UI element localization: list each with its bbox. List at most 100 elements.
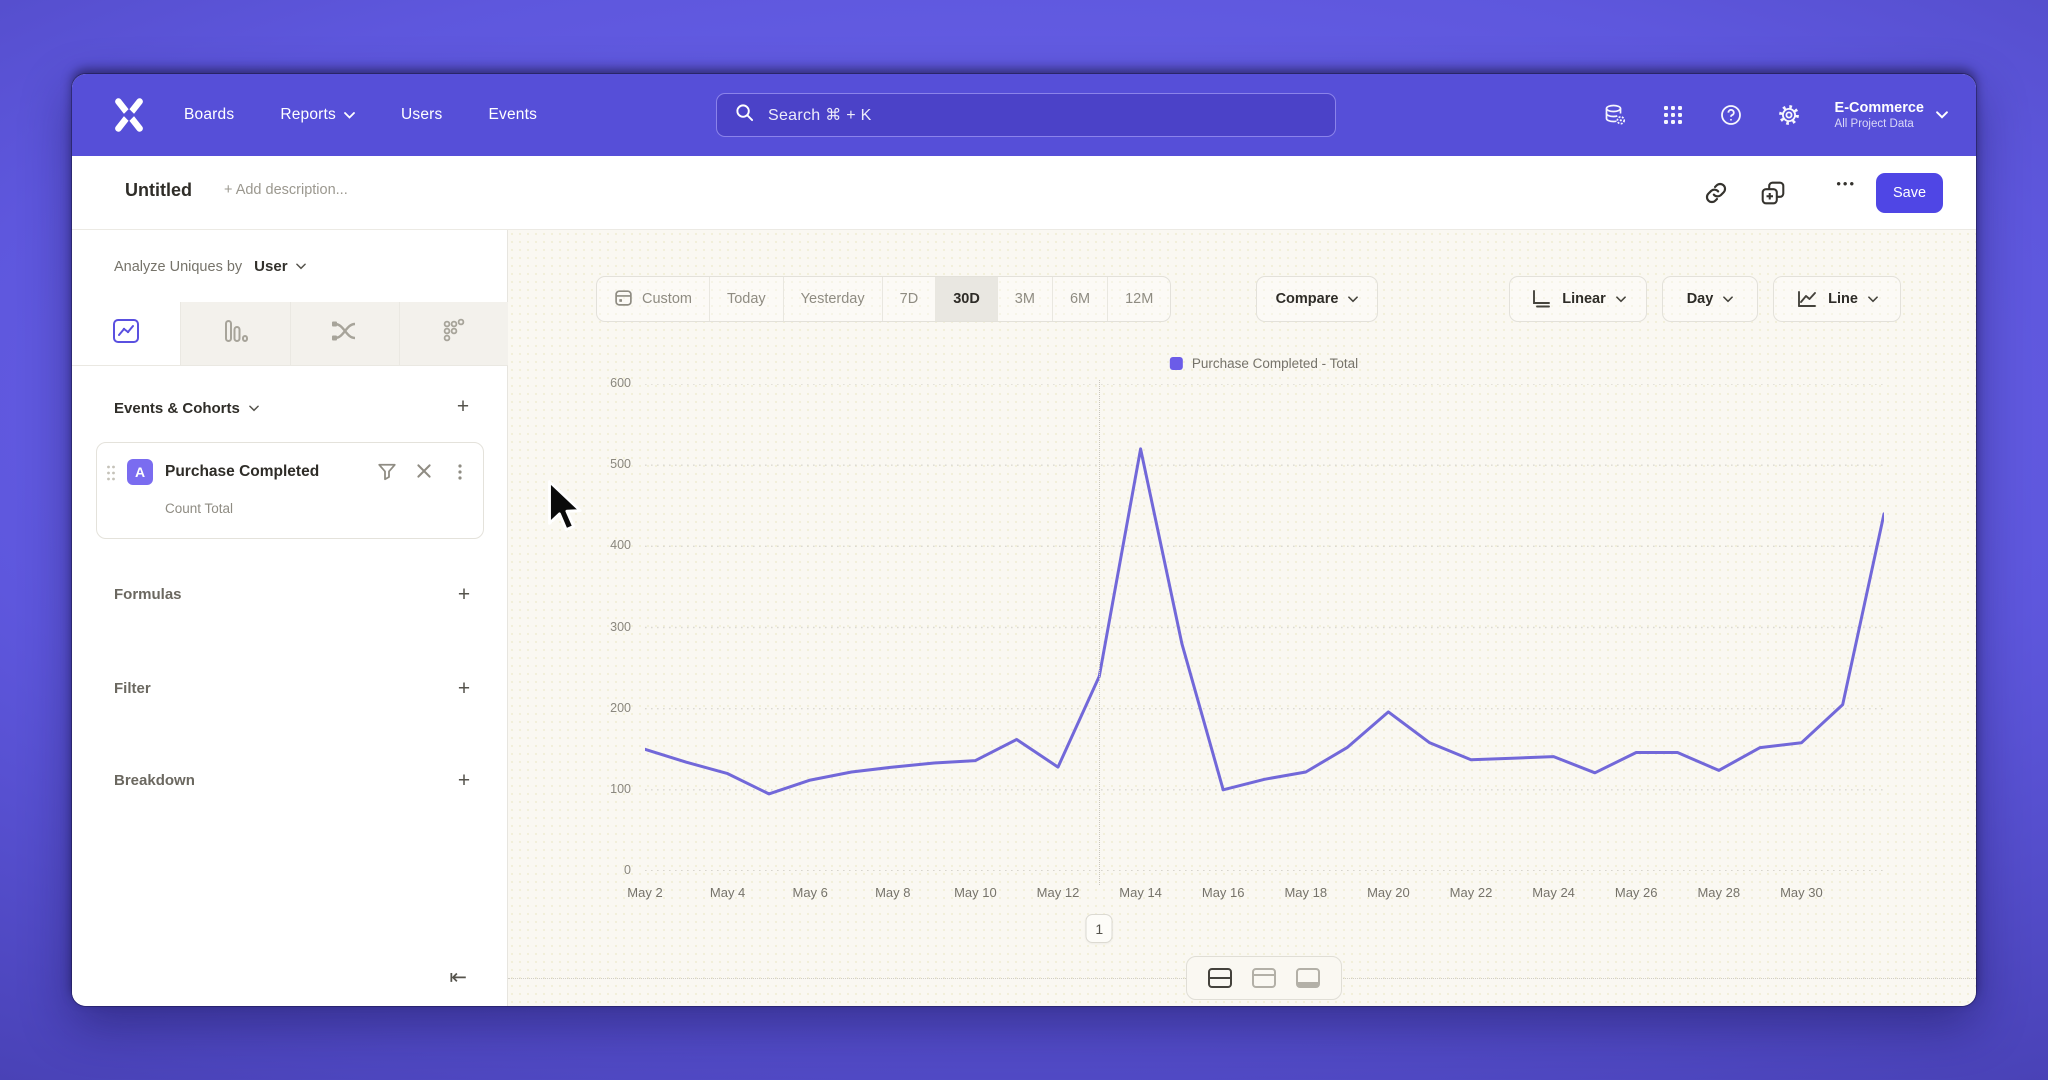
collapse-sidebar-icon[interactable]: ⇤	[449, 965, 467, 990]
layout-chart-top-button[interactable]	[1247, 962, 1281, 994]
dots-grid-tab-icon	[440, 317, 468, 350]
nav-right-cluster: E-Commerce All Project Data	[1603, 100, 1948, 130]
chart-panel: Custom Today Yesterday 7D 30D 3M 6M 12M …	[508, 230, 1976, 1006]
apps-grid-icon[interactable]	[1661, 103, 1685, 127]
project-subtitle: All Project Data	[1835, 118, 1924, 130]
range-3m[interactable]: 3M	[997, 277, 1052, 321]
data-management-icon[interactable]	[1603, 103, 1627, 127]
nav-link-label: Users	[401, 106, 442, 124]
date-range-selector: Custom Today Yesterday 7D 30D 3M 6M 12M	[596, 276, 1171, 322]
add-formula-button[interactable]: +	[452, 583, 476, 607]
y-axis-tick: 400	[583, 538, 631, 552]
formulas-section: Formulas +	[72, 578, 508, 618]
project-name: E-Commerce	[1835, 100, 1924, 116]
chevron-down-icon	[296, 263, 306, 270]
scale-dropdown[interactable]: Linear	[1509, 276, 1647, 322]
interval-dropdown[interactable]: Day	[1662, 276, 1758, 322]
event-card-purchase-completed[interactable]: A Purchase Completed	[96, 442, 484, 539]
y-axis-tick: 600	[583, 376, 631, 390]
settings-gear-icon[interactable]	[1777, 103, 1801, 127]
event-name[interactable]: Purchase Completed	[165, 463, 319, 481]
add-description-field[interactable]: + Add description...	[224, 182, 348, 198]
chart-type-label: Line	[1828, 291, 1858, 307]
y-axis-tick: 0	[583, 863, 631, 877]
help-icon[interactable]	[1719, 103, 1743, 127]
event-series-badge: A	[127, 459, 153, 485]
chart-legend[interactable]: Purchase Completed - Total	[1170, 356, 1358, 371]
x-axis-tick: May 22	[1450, 885, 1493, 900]
breakdown-label: Breakdown	[114, 772, 195, 789]
chevron-down-icon	[1723, 296, 1733, 303]
y-axis-tick: 100	[583, 782, 631, 796]
remove-event-icon[interactable]	[415, 462, 435, 482]
search-input[interactable]: Search ⌘ + K	[716, 93, 1336, 137]
range-custom[interactable]: Custom	[597, 277, 709, 321]
x-axis-tick: May 16	[1202, 885, 1245, 900]
top-nav: Boards Reports Users Events Search ⌘ + K	[72, 74, 1976, 156]
y-axis-tick: 200	[583, 701, 631, 715]
interval-label: Day	[1687, 291, 1714, 307]
range-label: 12M	[1125, 291, 1153, 307]
desktop-background: Boards Reports Users Events Search ⌘ + K	[0, 0, 2048, 1080]
query-builder-sidebar: Analyze Uniques by User	[72, 230, 508, 1006]
range-7d[interactable]: 7D	[882, 277, 936, 321]
filter-funnel-icon[interactable]	[377, 462, 397, 482]
analyze-uniques-selector[interactable]: Analyze Uniques by User	[114, 258, 306, 275]
events-cohorts-header[interactable]: Events & Cohorts	[114, 400, 259, 417]
nav-link-reports[interactable]: Reports	[280, 106, 355, 124]
bar-chart-tab-icon	[221, 317, 249, 350]
more-options-button[interactable]: •••	[1836, 176, 1856, 191]
chart-type-dropdown[interactable]: Line	[1773, 276, 1901, 322]
tab-retention-dots[interactable]	[400, 302, 508, 365]
nav-link-events[interactable]: Events	[488, 106, 537, 124]
chevron-down-icon	[344, 112, 355, 119]
annotation-marker[interactable]: 1	[1086, 914, 1113, 943]
filter-section: Filter +	[72, 672, 508, 712]
x-axis-tick: May 10	[954, 885, 997, 900]
project-switcher[interactable]: E-Commerce All Project Data	[1835, 100, 1948, 130]
event-measurement[interactable]: Count Total	[165, 501, 233, 516]
breakdown-section: Breakdown +	[72, 764, 508, 804]
line-chart[interactable]	[645, 384, 1884, 871]
x-axis-tick: May 14	[1119, 885, 1162, 900]
project-labels: E-Commerce All Project Data	[1835, 100, 1924, 130]
add-breakdown-button[interactable]: +	[452, 769, 476, 793]
copy-link-icon[interactable]	[1703, 180, 1729, 206]
layout-split-button[interactable]	[1203, 962, 1237, 994]
range-label: 30D	[953, 291, 980, 307]
nav-link-users[interactable]: Users	[401, 106, 442, 124]
range-12m[interactable]: 12M	[1107, 277, 1170, 321]
range-label: 6M	[1070, 291, 1090, 307]
legend-series-label: Purchase Completed - Total	[1192, 356, 1358, 371]
add-filter-button[interactable]: +	[452, 677, 476, 701]
layout-table-bottom-button[interactable]	[1291, 962, 1325, 994]
report-title[interactable]: Untitled	[125, 180, 192, 201]
range-yesterday[interactable]: Yesterday	[783, 277, 882, 321]
search-placeholder: Search ⌘ + K	[768, 105, 872, 125]
range-30d-selected[interactable]: 30D	[935, 277, 997, 321]
layout-toggle-group	[1186, 956, 1342, 1000]
range-6m[interactable]: 6M	[1052, 277, 1107, 321]
scale-label: Linear	[1562, 291, 1606, 307]
calendar-icon	[614, 288, 633, 311]
add-event-button[interactable]: +	[451, 395, 475, 419]
compare-dropdown[interactable]: Compare	[1256, 276, 1378, 322]
nav-link-label: Boards	[184, 106, 234, 124]
mixpanel-logo-icon[interactable]	[112, 98, 146, 132]
duplicate-icon[interactable]	[1760, 180, 1786, 206]
x-axis-tick: May 12	[1037, 885, 1080, 900]
tab-insights-line[interactable]	[72, 302, 181, 365]
tab-bar-chart[interactable]	[181, 302, 290, 365]
tab-flow-sankey[interactable]	[291, 302, 400, 365]
axis-scale-icon	[1530, 288, 1552, 310]
chevron-down-icon	[249, 405, 259, 412]
filter-label: Filter	[114, 680, 151, 697]
x-axis-tick: May 26	[1615, 885, 1658, 900]
kebab-menu-icon[interactable]	[451, 462, 471, 482]
save-button[interactable]: Save	[1876, 173, 1943, 213]
chevron-down-icon	[1616, 296, 1626, 303]
drag-handle-icon[interactable]	[106, 465, 116, 481]
compare-label: Compare	[1276, 291, 1339, 307]
nav-link-boards[interactable]: Boards	[184, 106, 234, 124]
range-today[interactable]: Today	[709, 277, 783, 321]
